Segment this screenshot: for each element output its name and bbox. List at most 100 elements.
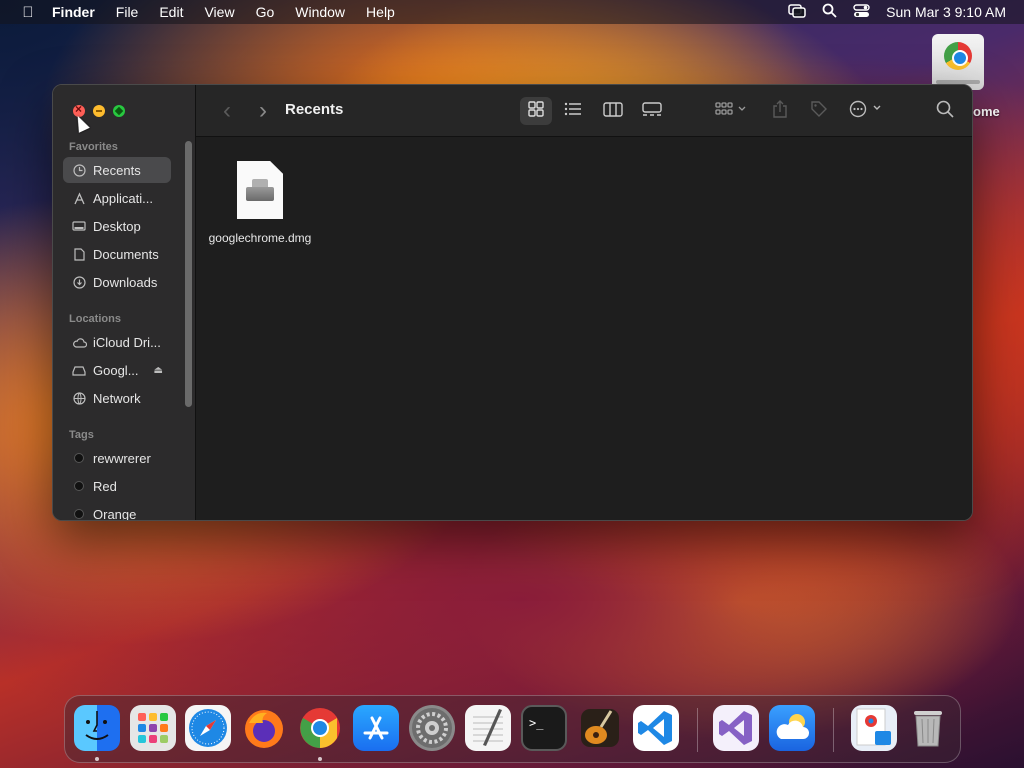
svg-text:>_: >_ bbox=[529, 716, 544, 730]
menu-go[interactable]: Go bbox=[256, 4, 275, 20]
sidebar-item-label: iCloud Dri... bbox=[93, 334, 161, 350]
list-view-button[interactable] bbox=[558, 97, 588, 125]
dock-visual-studio[interactable] bbox=[713, 705, 759, 751]
toolbar: ‹ › Recents bbox=[196, 85, 972, 137]
forward-button[interactable]: › bbox=[252, 97, 274, 125]
sidebar-item-label: Googl... bbox=[93, 362, 139, 378]
dock-launchpad[interactable] bbox=[130, 705, 176, 751]
sidebar-item-applications[interactable]: Applicati... bbox=[63, 185, 171, 211]
favorites-header: Favorites bbox=[69, 141, 118, 153]
sidebar-item-icloud[interactable]: iCloud Dri... bbox=[63, 329, 171, 355]
dock-chrome[interactable] bbox=[297, 705, 343, 751]
sidebar-item-label: Network bbox=[93, 390, 141, 406]
menu-edit[interactable]: Edit bbox=[159, 4, 183, 20]
sidebar-item-downloads[interactable]: Downloads bbox=[63, 269, 171, 295]
finder-window: Favorites Recents Applicati... Desktop D… bbox=[52, 84, 973, 521]
sidebar-item-documents[interactable]: Documents bbox=[63, 241, 171, 267]
dock-app-store[interactable] bbox=[353, 705, 399, 751]
file-browser-content[interactable]: googlechrome.dmg bbox=[196, 137, 972, 520]
sidebar-item-network[interactable]: Network bbox=[63, 385, 171, 411]
dock-chrome-installer[interactable] bbox=[851, 705, 897, 751]
menu-file[interactable]: File bbox=[116, 4, 139, 20]
cloud-icon bbox=[71, 335, 87, 349]
search-icon bbox=[936, 100, 954, 122]
icon-view-button[interactable] bbox=[520, 97, 552, 125]
dock-firefox[interactable] bbox=[241, 705, 287, 751]
menu-clock[interactable]: Sun Mar 3 9:10 AM bbox=[886, 4, 1006, 20]
eject-icon[interactable]: ⏏ bbox=[154, 365, 163, 376]
dock: >_ bbox=[64, 695, 961, 763]
menu-help[interactable]: Help bbox=[366, 4, 395, 20]
more-actions-button[interactable] bbox=[846, 97, 888, 125]
tags-header: Tags bbox=[69, 429, 94, 441]
sidebar-item-label: rewwrerer bbox=[93, 450, 151, 466]
sidebar: Favorites Recents Applicati... Desktop D… bbox=[53, 85, 196, 520]
locations-header: Locations bbox=[69, 313, 121, 325]
dock-weather[interactable] bbox=[769, 705, 815, 751]
sidebar-item-label: Applicati... bbox=[93, 190, 153, 206]
gallery-view-button[interactable] bbox=[636, 97, 668, 125]
more-icon bbox=[849, 100, 885, 122]
dock-separator bbox=[697, 708, 698, 752]
tag-button[interactable] bbox=[806, 97, 832, 125]
group-button[interactable] bbox=[712, 97, 752, 125]
sidebar-item-recents[interactable]: Recents bbox=[63, 157, 171, 183]
window-title: Recents bbox=[285, 101, 344, 118]
column-view-icon bbox=[603, 101, 623, 121]
sidebar-tag-red[interactable]: Red bbox=[63, 473, 171, 499]
sidebar-item-label: Red bbox=[93, 478, 117, 494]
sidebar-scrollbar[interactable] bbox=[185, 141, 192, 407]
windows-icon[interactable] bbox=[788, 3, 806, 21]
sidebar-tag-orange[interactable]: Orange bbox=[63, 501, 171, 521]
apple-icon[interactable]:  bbox=[16, 4, 40, 21]
dock-textedit[interactable] bbox=[465, 705, 511, 751]
dock-finder[interactable] bbox=[74, 705, 120, 751]
zoom-button[interactable] bbox=[113, 105, 125, 117]
search-icon[interactable] bbox=[822, 3, 837, 21]
dock-vscode[interactable] bbox=[633, 705, 679, 751]
sidebar-item-label: Documents bbox=[93, 246, 159, 262]
tag-icon bbox=[810, 100, 828, 122]
running-indicator bbox=[318, 757, 322, 761]
dmg-file-icon bbox=[237, 161, 283, 219]
control-center-icon[interactable] bbox=[853, 3, 870, 21]
sidebar-item-desktop[interactable]: Desktop bbox=[63, 213, 171, 239]
menu-window[interactable]: Window bbox=[295, 4, 345, 20]
column-view-button[interactable] bbox=[598, 97, 628, 125]
dock-separator bbox=[833, 708, 834, 752]
file-item[interactable]: googlechrome.dmg bbox=[202, 161, 318, 246]
sidebar-tag-rewwrerer[interactable]: rewwrerer bbox=[63, 445, 171, 471]
menu-app-name[interactable]: Finder bbox=[52, 4, 95, 20]
gallery-view-icon bbox=[642, 101, 662, 121]
icon-view-icon bbox=[528, 101, 544, 121]
share-button[interactable] bbox=[768, 97, 792, 125]
desktop-icon bbox=[71, 219, 87, 233]
search-button[interactable] bbox=[932, 97, 958, 125]
document-icon bbox=[71, 247, 87, 261]
applications-icon bbox=[71, 191, 87, 205]
menu-view[interactable]: View bbox=[204, 4, 234, 20]
dock-terminal[interactable]: >_ bbox=[521, 705, 567, 751]
running-indicator bbox=[95, 757, 99, 761]
downloads-icon bbox=[71, 275, 87, 289]
minimize-button[interactable] bbox=[93, 105, 105, 117]
dock-garageband[interactable] bbox=[577, 705, 623, 751]
dock-system-settings[interactable] bbox=[409, 705, 455, 751]
list-view-icon bbox=[564, 102, 582, 120]
file-name: googlechrome.dmg bbox=[208, 231, 312, 245]
tag-dot-icon bbox=[71, 507, 87, 520]
back-button[interactable]: ‹ bbox=[216, 97, 238, 125]
tag-dot-icon bbox=[71, 479, 87, 493]
googlechrome-disk-icon bbox=[932, 34, 984, 90]
sidebar-item-label: Recents bbox=[93, 162, 141, 178]
tag-dot-icon bbox=[71, 451, 87, 465]
sidebar-item-label: Downloads bbox=[93, 274, 158, 290]
dock-safari[interactable] bbox=[185, 705, 231, 751]
menu-bar:  Finder File Edit View Go Window Help S… bbox=[0, 0, 1024, 24]
sidebar-item-label: Orange bbox=[93, 506, 137, 521]
network-icon bbox=[71, 391, 87, 405]
dock-trash[interactable] bbox=[905, 705, 951, 751]
disk-icon bbox=[71, 363, 87, 377]
sidebar-item-google-disk[interactable]: Googl... ⏏ bbox=[63, 357, 171, 383]
desktop-disk-item[interactable]: rome bbox=[928, 34, 1000, 119]
